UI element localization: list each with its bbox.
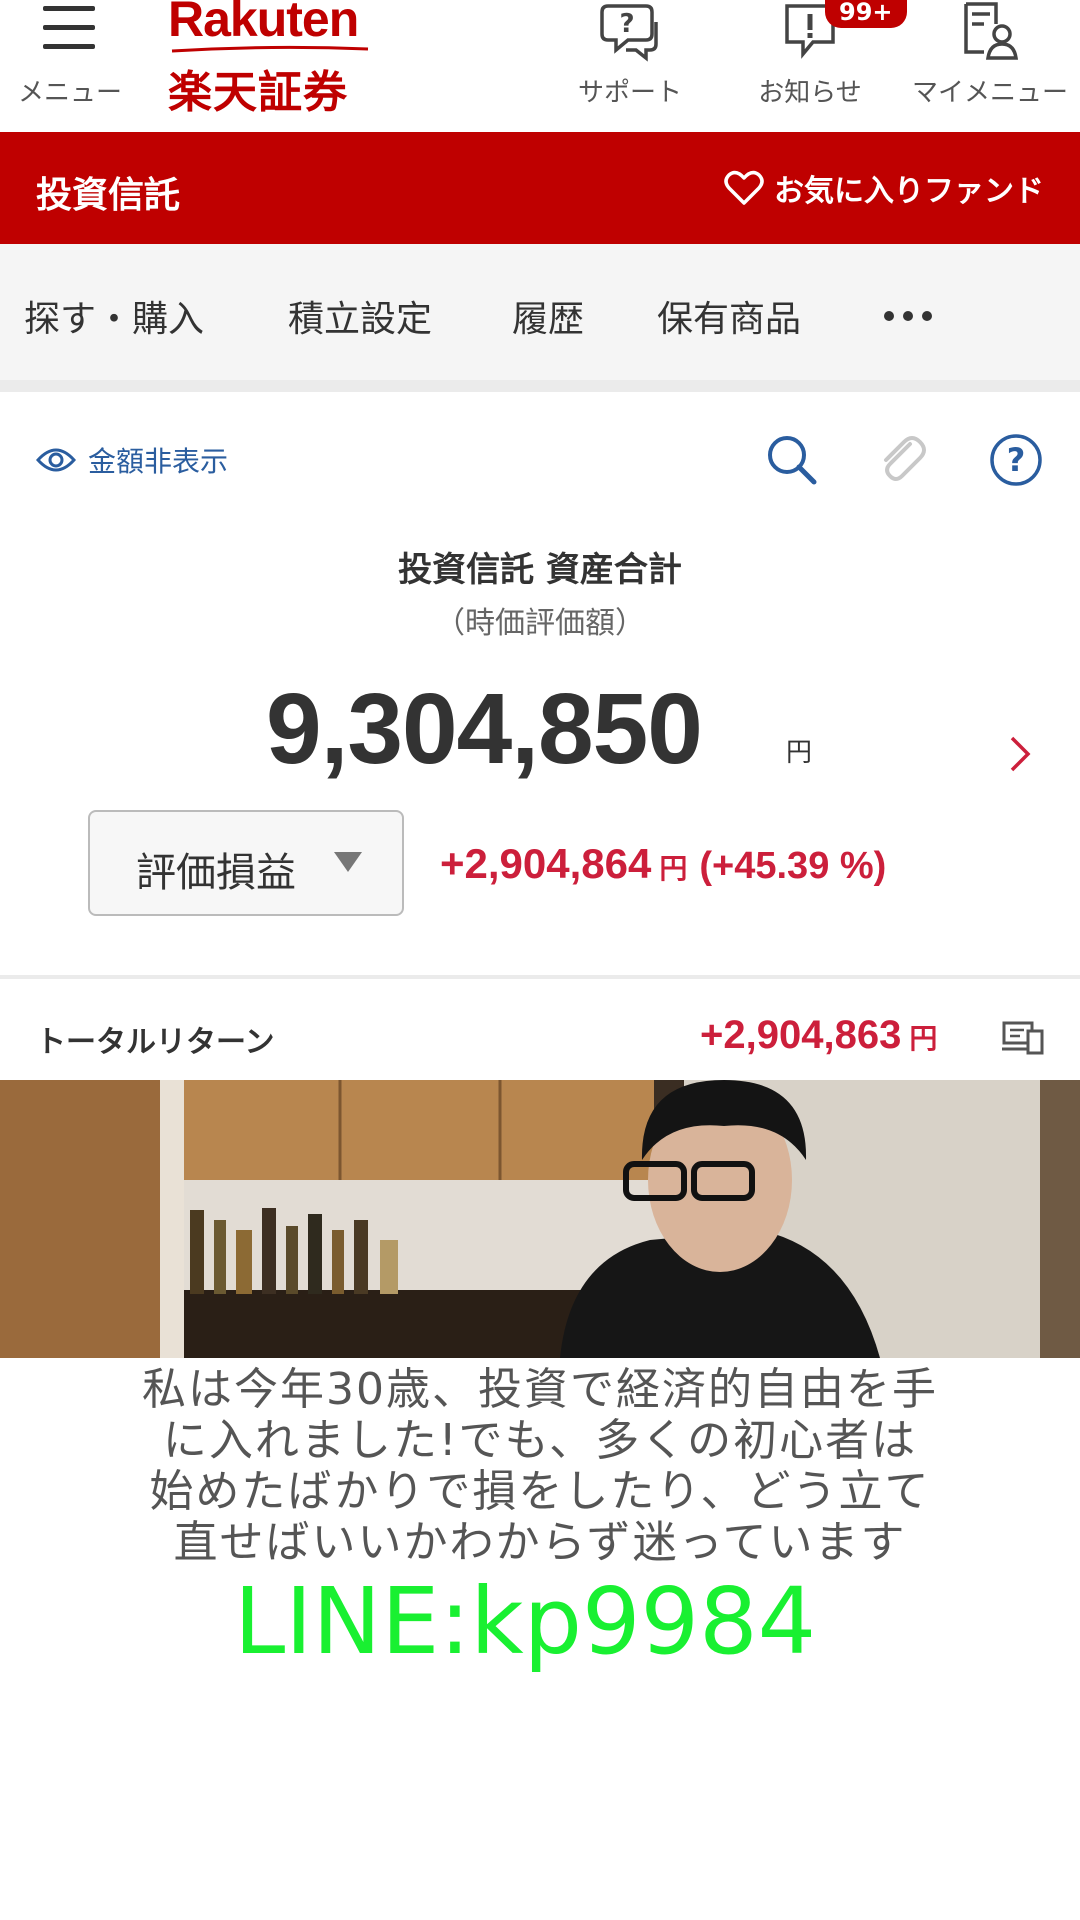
clip-icon[interactable] <box>876 432 928 488</box>
tab-installment-settings[interactable]: 積立設定 <box>288 290 432 342</box>
heart-icon <box>724 170 764 205</box>
caption-line: 直せばいいかわからず迷っています <box>173 1517 907 1568</box>
notice-badge: 99+ <box>825 0 907 28</box>
caption-line: に入れました!でも、多くの初心者は <box>162 1415 918 1466</box>
gain-type-selected: 評価損益 <box>136 850 296 896</box>
mymenu-icon <box>964 2 1019 60</box>
contact-line-id: LINE:kp9984 <box>234 1568 817 1675</box>
tab-history[interactable]: 履歴 <box>512 290 584 342</box>
caption-line: 始めたばかりで損をしたり、どう立て <box>149 1466 931 1517</box>
mymenu-label: マイメニュー <box>911 78 1068 108</box>
support-chat-icon: ? <box>600 4 658 62</box>
divider <box>0 380 1080 392</box>
support-label: サポート <box>577 78 682 108</box>
favorite-funds-label: お気に入りファンド <box>774 174 1044 209</box>
help-icon[interactable]: ? <box>988 432 1044 488</box>
menu-label: メニュー <box>17 78 122 108</box>
total-assets-subtitle: （時価評価額） <box>435 606 645 641</box>
hide-amount-label: 金額非表示 <box>88 445 229 478</box>
gain-type-select[interactable]: 評価損益 <box>88 810 404 916</box>
notice-label: お知らせ <box>758 78 862 108</box>
svg-text:?: ? <box>619 9 634 39</box>
section-title: 投資信託 <box>36 175 181 216</box>
hamburger-icon <box>43 6 95 50</box>
logo-text-jp: 楽天証券 <box>168 67 348 118</box>
gain-value: +2,904,864 <box>440 840 652 887</box>
total-return-unit: 円 <box>909 1022 938 1055</box>
total-return-amount: +2,904,863 <box>700 1013 902 1057</box>
mymenu-button[interactable]: マイメニュー <box>910 0 1070 110</box>
hide-amount-toggle[interactable]: 金額非表示 <box>36 440 228 480</box>
favorite-funds-button[interactable]: お気に入りファンド <box>724 168 1044 209</box>
promo-caption: 私は今年30歳、投資で経済的自由を手 に入れました!でも、多くの初心者は 始めた… <box>60 1364 1020 1568</box>
video-frame <box>0 1080 1080 1358</box>
unrealized-gain: +2,904,864 円 (+45.39 %) <box>440 840 886 888</box>
rakuten-logo[interactable]: Rakuten 楽天証券 <box>168 0 388 118</box>
devices-icon[interactable] <box>1002 1019 1044 1055</box>
total-assets-unit: 円 <box>786 738 813 768</box>
total-return-label: トータルリターン <box>36 1025 275 1060</box>
eye-icon <box>36 448 76 472</box>
caption-line: 私は今年30歳、投資で経済的自由を手 <box>142 1364 938 1415</box>
top-header: メニュー Rakuten 楽天証券 ? サポート お知らせ 99+ マイメニュー <box>0 0 1080 132</box>
tab-holdings[interactable]: 保有商品 <box>657 290 801 342</box>
svg-text:?: ? <box>1007 441 1026 479</box>
menu-button[interactable]: メニュー <box>10 0 130 110</box>
chevron-right-icon[interactable] <box>1006 732 1034 776</box>
video-scene <box>0 1080 1080 1358</box>
asset-summary-panel: 金額非表示 ? 投資信託 資産合計 （時価評価額） 9,304,850 円 評価… <box>0 392 1080 975</box>
tab-bar: 探す・購入 積立設定 履歴 保有商品 <box>0 244 1080 380</box>
caret-down-icon <box>334 852 362 872</box>
tab-search-buy[interactable]: 探す・購入 <box>24 290 204 342</box>
more-tabs-button[interactable] <box>884 306 941 325</box>
total-assets-title: 投資信託 資産合計 <box>398 550 682 590</box>
section-bar: 投資信託 お気に入りファンド <box>0 132 1080 244</box>
total-return-row[interactable]: トータルリターン +2,904,863 円 <box>0 979 1080 1080</box>
support-button[interactable]: ? サポート <box>575 0 685 110</box>
total-return-value: +2,904,863 円 <box>700 1013 937 1058</box>
total-assets-amount: 9,304,850 <box>266 673 703 785</box>
logo-text-en: Rakuten <box>168 0 359 47</box>
gain-unit: 円 <box>659 852 688 885</box>
gain-percent: (+45.39 %) <box>699 845 887 887</box>
logo-swoosh <box>171 45 369 53</box>
search-icon[interactable] <box>764 432 820 488</box>
